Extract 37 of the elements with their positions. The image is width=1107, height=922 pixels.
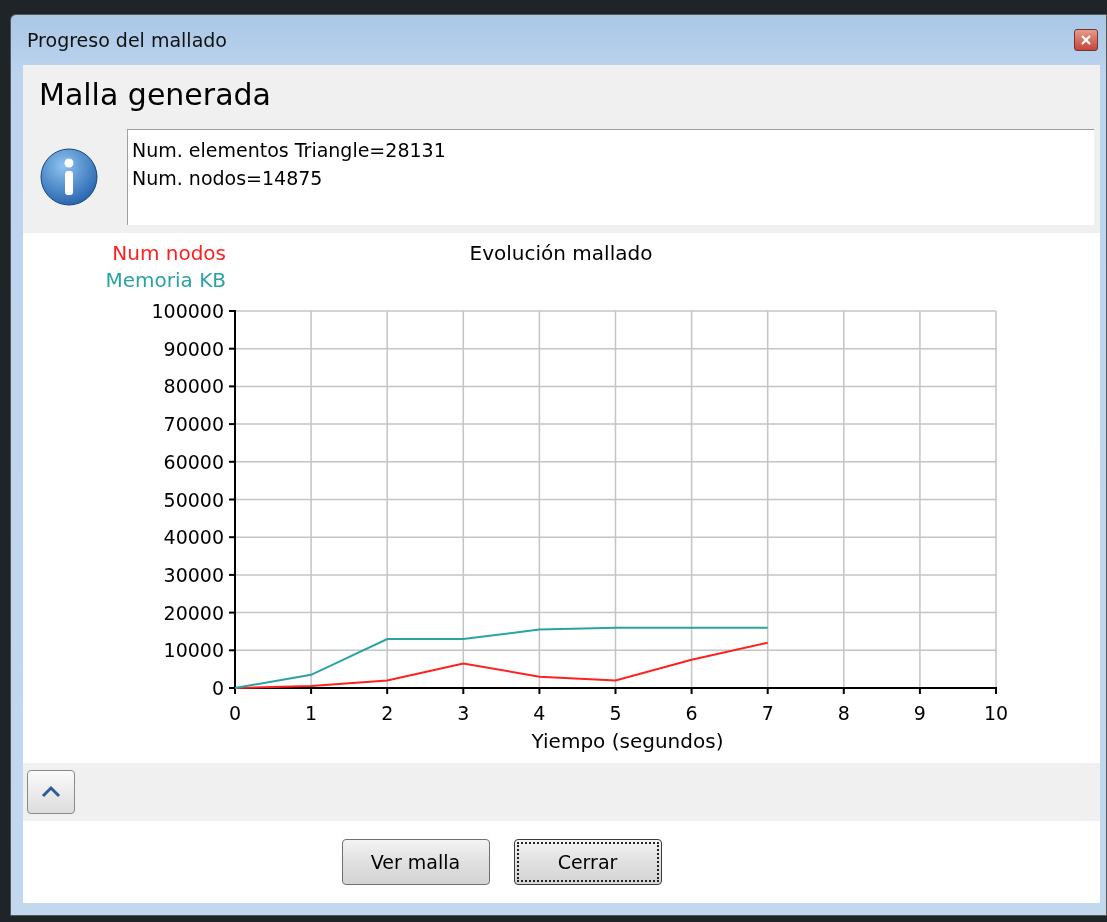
x-tick-label: 6 <box>685 702 698 724</box>
y-tick-label: 10000 <box>163 639 224 662</box>
chart-title: Evolución mallado <box>469 241 653 265</box>
y-tick-label: 20000 <box>163 601 224 624</box>
x-tick-label: 1 <box>305 702 318 724</box>
x-tick-label: 0 <box>228 702 242 724</box>
x-tick-label: 8 <box>837 702 850 724</box>
x-tick-label: 9 <box>913 702 926 724</box>
y-tick-label: 70000 <box>163 413 224 436</box>
x-tick-label: 5 <box>609 702 622 724</box>
dialog-heading: Malla generada <box>38 76 272 114</box>
message-line: Num. nodos=14875 <box>132 166 324 191</box>
x-tick-label: 2 <box>381 702 394 724</box>
y-tick-label: 30000 <box>163 563 224 586</box>
x-tick-label: 4 <box>533 702 546 724</box>
window-title: Progreso del mallado <box>26 29 227 51</box>
y-tick-label: 50000 <box>163 488 224 511</box>
y-tick-label: 40000 <box>163 526 224 549</box>
close-button[interactable] <box>1074 29 1098 51</box>
collapse-button[interactable] <box>27 770 75 814</box>
message-line: Num. elementos Triangle=28131 <box>132 138 447 163</box>
x-tick-label: 7 <box>761 702 774 724</box>
x-axis-title: Yiempo (segundos) <box>531 729 724 753</box>
close-icon <box>1079 33 1093 47</box>
legend-label: Num nodos <box>112 241 226 265</box>
y-tick-label: 100000 <box>151 300 224 322</box>
y-tick-label: 90000 <box>163 337 224 360</box>
dialog-button[interactable]: Ver malla <box>341 839 490 885</box>
dialog-button[interactable]: Cerrar <box>513 839 662 885</box>
x-tick-label: 3 <box>457 702 470 724</box>
x-tick-label: 10 <box>983 702 1009 724</box>
y-tick-label: 80000 <box>163 375 224 398</box>
chevron-up-icon <box>40 785 62 799</box>
y-tick-label: 0 <box>211 677 224 699</box>
info-icon <box>39 147 99 207</box>
y-tick-label: 60000 <box>163 450 224 473</box>
legend-label: Memoria KB <box>105 268 226 292</box>
